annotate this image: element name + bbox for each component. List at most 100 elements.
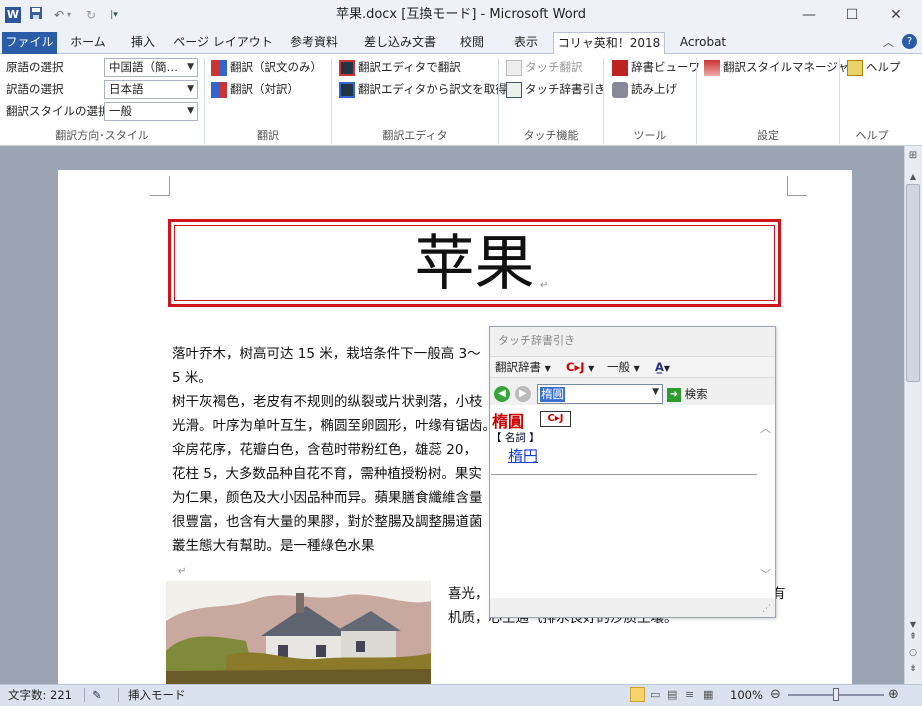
word-icon: W — [5, 7, 21, 23]
chevron-down-icon: ▼ — [187, 62, 194, 72]
proofing-icon[interactable]: ✎ — [92, 686, 102, 704]
full-screen-icon[interactable]: ▭ — [650, 686, 660, 704]
tab-insert[interactable]: 挿入 — [120, 32, 166, 54]
zoom-out-icon[interactable]: ⊖ — [770, 686, 781, 704]
style-manager-icon — [704, 59, 720, 76]
read-aloud-button[interactable]: 読み上げ — [612, 80, 677, 98]
chevron-down-icon: ▼ — [187, 84, 194, 94]
touch-dictionary-button[interactable]: タッチ辞書引き — [506, 80, 606, 98]
scroll-up-icon[interactable]: ︿ — [760, 420, 771, 436]
tab-references[interactable]: 参考資料 — [280, 32, 348, 54]
body-line[interactable]: 落叶乔木，树高可达 15 米，栽培条件下一般高 3～ — [172, 342, 481, 366]
source-language-label: 原語の選択 — [6, 60, 64, 74]
editor-translate-label: 翻訳エディタで翻訳 — [358, 60, 461, 74]
tab-koryak[interactable]: コリャ英和！2018 — [553, 32, 665, 55]
dictionary-viewer-button[interactable]: 辞書ビューワ — [612, 58, 700, 76]
maximize-icon[interactable]: ☐ — [838, 4, 866, 26]
web-layout-icon[interactable]: ▤ — [667, 686, 677, 704]
dictionary-select-button[interactable]: 翻訳辞書 ▼ — [495, 358, 551, 378]
help-icon[interactable]: ? — [902, 34, 917, 49]
body-line[interactable]: 为仁果，颜色及大小因品种而异。蘋果膳食纖維含量 — [172, 486, 483, 510]
scroll-down-icon[interactable]: ▼ — [906, 620, 920, 629]
search-button[interactable]: ➜ 検索 — [667, 385, 708, 403]
group-label-touch: タッチ機能 — [523, 129, 579, 142]
body-line[interactable]: 树干灰褐色，老皮有不规则的纵裂或片状剥落，小枝 — [172, 390, 483, 414]
tab-page-layout[interactable]: ページ レイアウト — [172, 32, 274, 54]
translate-only-label: 翻訳（訳文のみ） — [230, 60, 322, 74]
ribbon-collapse-icon[interactable]: ︿ — [883, 34, 894, 50]
back-icon[interactable]: ◀ — [494, 386, 510, 402]
group-label-direction: 翻訳方向･スタイル — [55, 129, 149, 142]
body-line[interactable]: 很豐富，也含有大量的果膠，對於整腸及調整腸道菌 — [172, 510, 483, 534]
popup-scrollbar[interactable] — [758, 420, 774, 585]
chevron-down-icon[interactable]: ▼ — [652, 387, 659, 397]
zoom-slider-thumb[interactable] — [833, 688, 839, 701]
browse-object-icon[interactable]: ○ — [906, 648, 920, 658]
ruler-toggle-icon[interactable]: ⊞ — [906, 150, 920, 168]
print-layout-icon[interactable] — [630, 687, 645, 702]
tab-mailings[interactable]: 差し込み文書 — [356, 32, 444, 54]
body-line[interactable]: 叢生態大有幫助。是一種綠色水果 — [172, 534, 375, 558]
target-language-select[interactable]: 日本語 ▼ — [104, 80, 198, 99]
undo-dropdown-icon[interactable]: ▾ — [64, 6, 74, 24]
translation-link[interactable]: 楕円 — [508, 445, 538, 466]
redo-icon[interactable]: ↻ — [82, 6, 100, 24]
tab-review[interactable]: 校閲 — [452, 32, 492, 54]
tab-home[interactable]: ホーム — [62, 32, 114, 54]
search-combo[interactable]: 楕圓 ▼ — [537, 384, 663, 404]
document-title[interactable]: 苹果 — [174, 228, 775, 300]
translate-only-button[interactable]: 翻訳（訳文のみ） — [211, 58, 322, 76]
outline-icon[interactable]: ≡ — [685, 686, 694, 704]
tab-view[interactable]: 表示 — [504, 32, 548, 54]
speaker-icon — [612, 81, 628, 98]
resize-grip-icon[interactable]: ⋰ — [762, 604, 771, 614]
style-select-button[interactable]: 一般 ▼ — [607, 358, 640, 378]
save-icon[interactable] — [27, 6, 45, 24]
scroll-down-icon[interactable]: ﹀ — [760, 566, 771, 582]
word-count[interactable]: 文字数: 221 — [8, 686, 72, 704]
source-language-select[interactable]: 中国語（簡… ▼ — [104, 58, 198, 77]
paragraph-mark-icon: ↵ — [540, 280, 549, 291]
prev-page-icon[interactable]: ⇞ — [906, 632, 920, 642]
editor-fetch-icon — [339, 81, 355, 98]
crop-mark — [150, 176, 170, 196]
editor-translate-button[interactable]: 翻訳エディタで翻訳 — [339, 58, 461, 76]
status-separator — [84, 688, 85, 702]
touch-dictionary-icon — [506, 81, 522, 98]
body-line[interactable]: 光滑。叶序为单叶互生，椭圆至卵圆形，叶缘有锯齿。 — [172, 414, 496, 438]
search-input[interactable]: 楕圓 — [540, 387, 565, 402]
touch-translate-icon — [506, 59, 522, 76]
help-book-icon — [847, 59, 863, 76]
next-page-icon[interactable]: ⇟ — [906, 664, 920, 674]
body-line[interactable]: 5 米。 — [172, 366, 212, 390]
draft-icon[interactable]: ▦ — [703, 686, 713, 704]
body-line[interactable]: 花柱 5，大多数品种自花不育，需种植授粉树。果实 — [172, 462, 482, 486]
body-line[interactable]: 伞房花序，花瓣白色，含苞时带粉红色，雄蕊 20， — [172, 438, 477, 462]
scroll-up-icon[interactable]: ▲ — [906, 172, 920, 181]
direction-select-button[interactable]: C▸J ▼ — [566, 358, 594, 378]
tab-acrobat[interactable]: Acrobat — [672, 32, 734, 54]
zoom-level[interactable]: 100% — [730, 686, 763, 704]
target-language-value: 日本語 — [109, 82, 144, 96]
help-button[interactable]: ヘルプ — [847, 58, 901, 76]
translation-style-select[interactable]: 一般 ▼ — [104, 102, 198, 121]
touch-translate-label: タッチ翻訳 — [525, 60, 583, 74]
chevron-down-icon: ▼ — [663, 364, 671, 373]
insert-mode[interactable]: 挿入モード — [128, 686, 186, 704]
tab-file[interactable]: ファイル — [2, 32, 57, 54]
dictionary-badge: C▸J — [540, 411, 571, 427]
translate-bilingual-button[interactable]: 翻訳（対訳） — [211, 80, 299, 98]
font-settings-button[interactable]: A̲▼ — [655, 358, 670, 378]
customize-icon[interactable]: |▾ — [105, 6, 123, 24]
side-text[interactable]: 喜光， — [448, 582, 489, 606]
zoom-in-icon[interactable]: ⊕ — [888, 686, 899, 704]
scroll-thumb[interactable] — [906, 184, 920, 382]
minimize-icon[interactable]: — — [795, 4, 823, 26]
touch-dictionary-label: タッチ辞書引き — [525, 82, 606, 96]
close-icon[interactable]: ✕ — [882, 4, 910, 26]
dictionary-icon — [612, 59, 628, 76]
house-image[interactable] — [166, 581, 431, 684]
style-manager-button[interactable]: 翻訳スタイルマネージャ — [704, 58, 849, 76]
editor-fetch-button[interactable]: 翻訳エディタから訳文を取得 — [339, 80, 507, 98]
editor-fetch-label: 翻訳エディタから訳文を取得 — [358, 82, 507, 96]
